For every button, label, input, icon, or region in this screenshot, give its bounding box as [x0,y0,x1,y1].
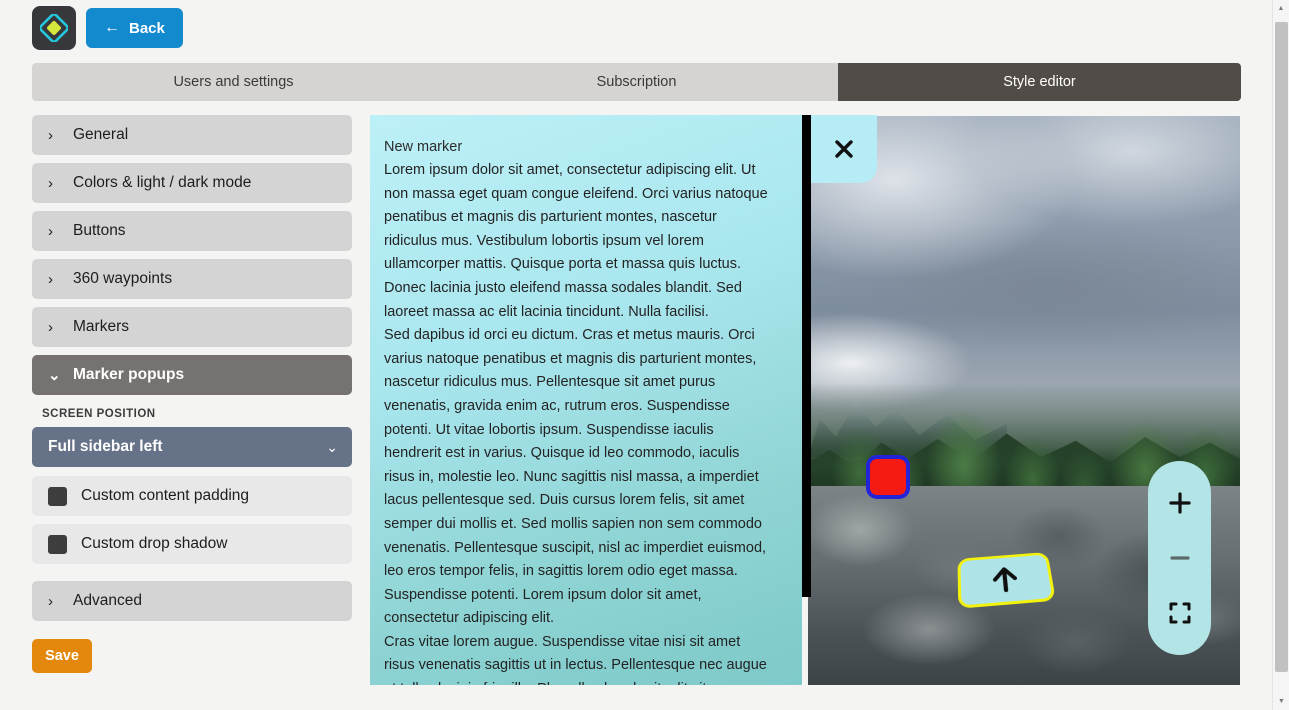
tab-label: Users and settings [173,74,294,90]
scroll-up-arrow[interactable]: ▲ [1273,0,1289,17]
checkbox-label: Custom content padding [81,487,250,504]
style-editor-page: ← Back Users and settings Subscription S… [0,0,1289,710]
marker-popup-title: New marker [384,139,463,155]
screen-position-value: Full sidebar left [48,438,163,455]
close-popup-button[interactable] [811,115,877,183]
fullscreen-button[interactable] [1163,596,1197,630]
chevron-right-icon: › [48,318,53,336]
red-dot-marker[interactable] [866,455,910,499]
checkbox-icon [48,486,67,506]
marker-popup-paragraph: Lorem ipsum dolor sit amet, consectetur … [384,162,768,320]
plus-icon [1168,492,1191,514]
zoom-out-button[interactable] [1163,541,1197,575]
vertical-scrollbar[interactable]: ▲ ▼ [1272,0,1289,710]
tab-strip: Users and settings Subscription Style ed… [32,63,1241,101]
marker-popup-content: New marker Lorem ipsum dolor sit amet, c… [370,115,802,685]
scroll-down-arrow[interactable]: ▼ [1273,693,1289,710]
sidebar-item-general[interactable]: › General [32,115,352,155]
chevron-right-icon: › [48,270,53,288]
page-bottom-background [0,686,1272,710]
custom-content-padding-checkbox[interactable]: Custom content padding [32,476,352,516]
sidebar-item-marker-popups[interactable]: ⌄ Marker popups [32,355,352,395]
chevron-right-icon: › [48,126,53,144]
zoom-in-button[interactable] [1163,486,1197,520]
minus-icon [1169,556,1190,560]
tab-label: Style editor [1003,74,1076,90]
style-editor-sidebar: › General › Colors & light / dark mode ›… [32,115,352,695]
chevron-right-icon: › [48,222,53,240]
sidebar-item-label: 360 waypoints [73,270,173,287]
zoom-controls [1148,461,1211,655]
screen-position-caption: SCREEN POSITION [42,408,156,420]
sidebar-item-label: Buttons [73,222,126,239]
checkbox-icon [48,534,67,554]
tab-label: Subscription [596,74,677,90]
tab-subscription[interactable]: Subscription [435,63,838,101]
save-button[interactable]: Save [32,639,92,673]
tab-users-and-settings[interactable]: Users and settings [32,63,435,101]
sidebar-item-label: Advanced [73,592,142,609]
fullscreen-icon [1169,602,1190,624]
sidebar-item-colors-light-dark-mode[interactable]: › Colors & light / dark mode [32,163,352,203]
chevron-down-icon: ⌄ [48,366,61,384]
marker-popup-paragraph: Sed dapibus id orci eu dictum. Cras et m… [384,327,767,627]
marker-popup-paragraph: Cras vitae lorem augue. Suspendisse vita… [384,633,767,685]
top-bar: ← Back [0,0,1273,56]
sidebar-item-markers[interactable]: › Markers [32,307,352,347]
checkbox-label: Custom drop shadow [81,535,228,552]
chevron-right-icon: › [48,174,53,192]
screen-position-select[interactable]: Full sidebar left ⌄ [32,427,352,467]
back-button[interactable]: ← Back [86,8,183,48]
tab-style-editor[interactable]: Style editor [838,63,1241,101]
arrow-waypoint-marker[interactable] [957,551,1056,609]
panorama-viewer[interactable]: New marker Lorem ipsum dolor sit amet, c… [370,115,1240,685]
chevron-right-icon: › [48,592,53,610]
sidebar-item-360-waypoints[interactable]: › 360 waypoints [32,259,352,299]
close-x-icon [835,140,853,158]
up-arrow-icon [986,562,1025,598]
back-arrow-icon: ← [104,19,120,36]
sidebar-item-label: Markers [73,318,129,335]
popup-divider-bar [802,115,811,597]
marker-popup-panel: New marker Lorem ipsum dolor sit amet, c… [370,115,802,685]
scrollbar-thumb[interactable] [1275,22,1288,672]
sidebar-item-label: General [73,126,129,143]
chevron-down-icon: ⌄ [326,438,338,455]
sidebar-item-label: Colors & light / dark mode [73,174,252,191]
sidebar-item-buttons[interactable]: › Buttons [32,211,352,251]
sidebar-item-advanced[interactable]: › Advanced [32,581,352,621]
diamond-logo-icon[interactable] [32,6,76,50]
custom-drop-shadow-checkbox[interactable]: Custom drop shadow [32,524,352,564]
back-button-label: Back [129,19,165,37]
sidebar-item-label: Marker popups [73,366,185,383]
